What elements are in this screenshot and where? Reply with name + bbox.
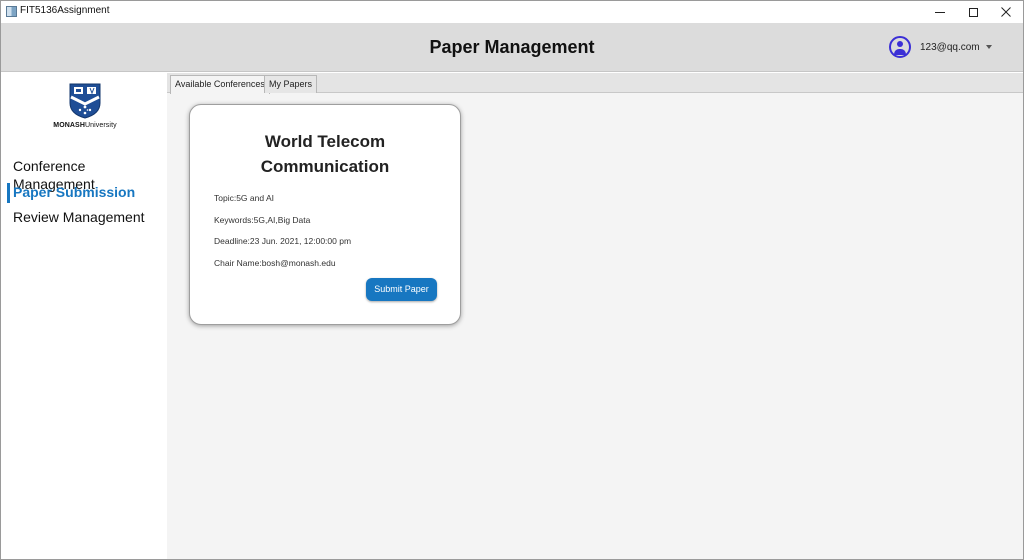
conference-title: World Telecom Communication [190, 129, 460, 179]
sidebar: MONASHUniversity Conference Management P… [1, 73, 166, 559]
chevron-down-icon [985, 45, 992, 49]
submit-paper-button[interactable]: Submit Paper [366, 278, 437, 301]
close-button[interactable] [989, 1, 1023, 23]
conference-title-line2: Communication [260, 157, 390, 176]
user-menu[interactable]: 123@qq.com [889, 35, 992, 59]
tab-bar: Available Conferences My Papers [167, 73, 1023, 94]
sidebar-item-conference-management[interactable]: Conference Management [1, 157, 166, 192]
monash-crest-icon [68, 83, 102, 119]
user-avatar-icon [889, 36, 911, 58]
window-title: FIT5136Assignment [20, 5, 110, 16]
page-header: Paper Management 123@qq.com [1, 23, 1023, 72]
conference-title-line1: World Telecom [264, 132, 386, 151]
title-bar: FIT5136Assignment [1, 1, 1023, 23]
conference-topic: Topic:5G and AI [214, 193, 275, 203]
minimize-icon [935, 11, 945, 13]
sidebar-nav: Conference Management Paper Submission R… [1, 157, 166, 234]
sidebar-item-paper-submission[interactable]: Paper Submission [1, 182, 166, 209]
app-icon [6, 6, 17, 17]
tab-available-conferences[interactable]: Available Conferences [170, 75, 270, 94]
maximize-icon [968, 7, 978, 17]
user-email: 123@qq.com [920, 41, 980, 53]
conference-deadline: Deadline:23 Jun. 2021, 12:00:00 pm [214, 236, 352, 246]
app-window: FIT5136Assignment Paper Management 123@q… [0, 0, 1024, 560]
main-content: Available Conferences My Papers World Te… [167, 73, 1023, 559]
logo-suffix: University [84, 122, 117, 129]
conference-card: World Telecom Communication Topic:5G and… [189, 104, 461, 325]
monash-logo: MONASHUniversity [49, 83, 121, 129]
page-title: Paper Management [429, 37, 595, 57]
minimize-button[interactable] [923, 1, 957, 23]
tab-my-papers[interactable]: My Papers [264, 75, 318, 93]
conference-chair: Chair Name:bosh@monash.edu [214, 258, 336, 268]
maximize-button[interactable] [956, 1, 990, 23]
close-icon [1001, 7, 1011, 17]
logo-brand: MONASH [53, 122, 85, 129]
conference-keywords: Keywords:5G,AI,Big Data [214, 215, 311, 225]
sidebar-item-review-management[interactable]: Review Management [1, 208, 166, 234]
